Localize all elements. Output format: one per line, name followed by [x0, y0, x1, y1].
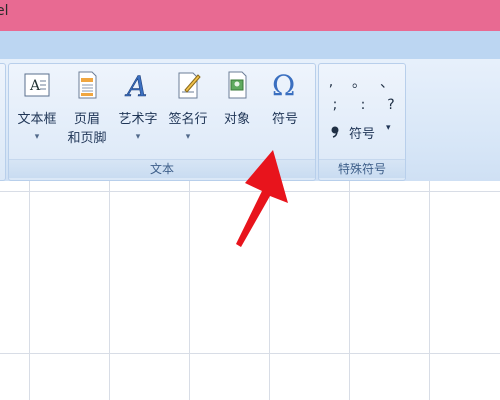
- red-annotation-arrow-icon: [236, 150, 288, 247]
